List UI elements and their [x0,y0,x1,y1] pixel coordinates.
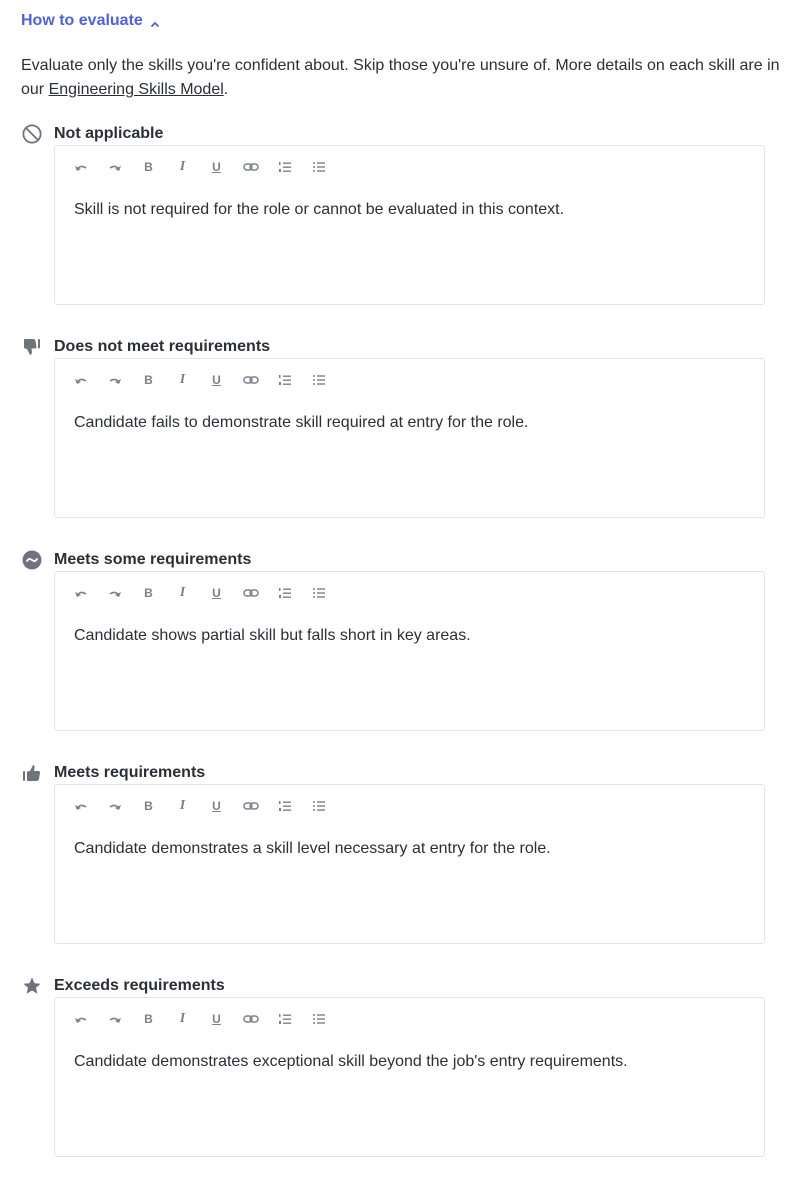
underline-button[interactable]: U [205,583,228,603]
section-title: Does not meet requirements [54,338,271,355]
editor-toolbar: B I U [69,583,341,603]
undo-icon[interactable] [69,1009,92,1029]
ordered-list-icon[interactable] [273,157,296,177]
not-applicable-icon [21,123,43,145]
redo-icon[interactable] [103,157,126,177]
how-to-evaluate-label: How to evaluate [21,12,143,29]
rich-text-editor[interactable]: B I U Candidate fails to demonstrate ski… [54,358,765,518]
italic-button[interactable]: I [171,583,194,603]
ordered-list-icon[interactable] [273,796,296,816]
editor-content[interactable]: Skill is not required for the role or ca… [74,199,745,221]
ordered-list-icon[interactable] [273,1009,296,1029]
editor-toolbar: B I U [69,157,341,177]
bold-button[interactable]: B [137,370,160,390]
engineering-skills-model-link[interactable]: Engineering Skills Model [49,81,224,98]
undo-icon[interactable] [69,583,92,603]
editor-content[interactable]: Candidate shows partial skill but falls … [74,625,745,647]
evaluation-instructions: Evaluate only the skills you're confiden… [21,54,781,102]
ordered-list-icon[interactable] [273,583,296,603]
bullet-list-icon[interactable] [307,157,330,177]
editor-content[interactable]: Candidate demonstrates a skill level nec… [74,838,745,860]
rich-text-editor[interactable]: B I U Candidate shows partial skill but … [54,571,765,731]
section-title: Exceeds requirements [54,977,225,994]
italic-button[interactable]: I [171,370,194,390]
rich-text-editor[interactable]: B I U Candidate demonstrates a skill lev… [54,784,765,944]
tilde-circle-icon [21,549,43,571]
redo-icon[interactable] [103,583,126,603]
intro-text-end: . [223,81,229,98]
bullet-list-icon[interactable] [307,583,330,603]
section-title: Meets requirements [54,764,206,781]
link-icon[interactable] [239,1009,262,1029]
chevron-up-icon [150,16,160,27]
editor-content[interactable]: Candidate fails to demonstrate skill req… [74,412,745,434]
star-icon [21,975,43,997]
link-icon[interactable] [239,583,262,603]
bold-button[interactable]: B [137,157,160,177]
bold-button[interactable]: B [137,796,160,816]
section-meets-some: Meets some requirements B I U Candidate … [21,548,767,731]
underline-button[interactable]: U [205,1009,228,1029]
ordered-list-icon[interactable] [273,370,296,390]
redo-icon[interactable] [103,370,126,390]
undo-icon[interactable] [69,796,92,816]
bold-button[interactable]: B [137,1009,160,1029]
italic-button[interactable]: I [171,1009,194,1029]
editor-content[interactable]: Candidate demonstrates exceptional skill… [74,1051,745,1073]
how-to-evaluate-toggle[interactable]: How to evaluate [21,12,160,30]
bold-button[interactable]: B [137,583,160,603]
redo-icon[interactable] [103,796,126,816]
underline-button[interactable]: U [205,796,228,816]
bullet-list-icon[interactable] [307,796,330,816]
rich-text-editor[interactable]: B I U Candidate demonstrates exceptional… [54,997,765,1157]
thumbs-down-icon [21,336,43,358]
undo-icon[interactable] [69,157,92,177]
section-meets: Meets requirements B I U Candidate demon… [21,761,767,944]
bullet-list-icon[interactable] [307,1009,330,1029]
rich-text-editor[interactable]: B I U Skill is not required for the role… [54,145,765,305]
section-exceeds: Exceeds requirements B I U Candidate dem… [21,974,767,1157]
editor-toolbar: B I U [69,370,341,390]
underline-button[interactable]: U [205,157,228,177]
redo-icon[interactable] [103,1009,126,1029]
section-not-applicable: Not applicable B I U Skill is not requir… [21,122,767,305]
section-does-not-meet: Does not meet requirements B I U Candida… [21,335,767,518]
link-icon[interactable] [239,157,262,177]
editor-toolbar: B I U [69,796,341,816]
link-icon[interactable] [239,370,262,390]
underline-button[interactable]: U [205,370,228,390]
section-title: Meets some requirements [54,551,252,568]
undo-icon[interactable] [69,370,92,390]
editor-toolbar: B I U [69,1009,341,1029]
bullet-list-icon[interactable] [307,370,330,390]
thumbs-up-icon [21,762,43,784]
italic-button[interactable]: I [171,796,194,816]
link-icon[interactable] [239,796,262,816]
section-title: Not applicable [54,125,164,142]
italic-button[interactable]: I [171,157,194,177]
